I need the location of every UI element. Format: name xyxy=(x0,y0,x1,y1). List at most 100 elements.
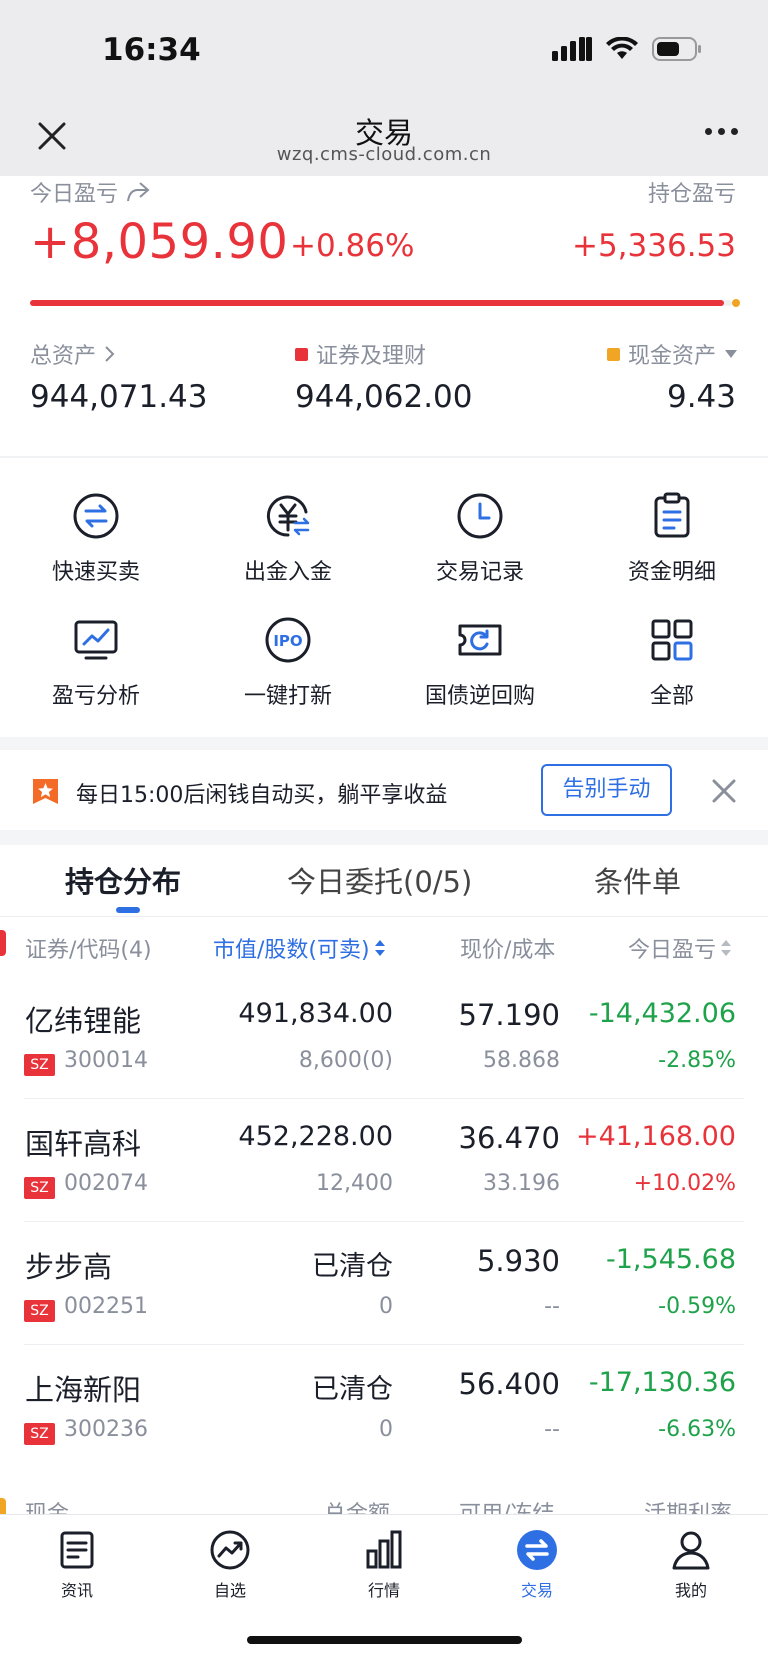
cash-header-available: 可用/冻结 xyxy=(459,1496,554,1514)
shortcut-grid: 快速买卖 出金入金 交易记录 资金明细 盈亏分析 IPO 一键打新 国债逆回购 … xyxy=(0,462,768,737)
market-badge: SZ xyxy=(24,1177,55,1199)
current-price: 57.190 xyxy=(458,998,560,1032)
clipboard-icon xyxy=(654,492,690,538)
header-market-value-sort[interactable]: 市值/股数(可卖) xyxy=(213,932,386,964)
market-value: 已清仓 xyxy=(312,1251,393,1282)
market-value: 452,228.00 xyxy=(238,1121,393,1152)
securities-label: 证券及理财 xyxy=(295,338,426,370)
exchange-icon xyxy=(517,1530,557,1570)
market-badge: SZ xyxy=(24,1423,55,1445)
header-today-pl-sort[interactable]: 今日盈亏 xyxy=(628,932,732,964)
cost-price: 33.196 xyxy=(483,1171,560,1196)
user-icon xyxy=(672,1531,710,1570)
bar-chart-icon xyxy=(366,1530,402,1569)
header-security-code: 证券/代码(4) xyxy=(25,938,152,963)
clock-icon xyxy=(457,493,503,539)
shortcut-trade-records[interactable]: 交易记录 xyxy=(384,490,576,586)
shortcut-fund-details[interactable]: 资金明细 xyxy=(576,490,768,586)
promo-banner: 每日15:00后闲钱自动买，躺平享收益 告别手动 xyxy=(0,750,768,830)
cash-legend-marker xyxy=(606,347,620,361)
row-today-pl: +41,168.00 xyxy=(575,1121,736,1152)
grid-icon xyxy=(651,619,693,661)
shortcut-treasury-repo[interactable]: 国债逆回购 xyxy=(384,614,576,710)
current-price: 5.930 xyxy=(476,1244,560,1278)
shortcut-quick-trade[interactable]: 快速买卖 xyxy=(0,490,192,586)
tabbar-trade[interactable]: 交易 xyxy=(487,1529,587,1601)
cash-header-rate: 活期利率 xyxy=(644,1496,732,1514)
tab-positions[interactable]: 持仓分布 xyxy=(65,859,181,901)
market-badge: SZ xyxy=(24,1300,55,1322)
ipo-icon: IPO xyxy=(265,617,311,663)
status-bar: 16:34 xyxy=(0,0,768,100)
active-tab-indicator xyxy=(116,907,140,913)
cash-value: 9.43 xyxy=(666,379,736,415)
status-icons xyxy=(552,36,702,62)
nav-bar: 交易 wzq.cms-cloud.com.cn xyxy=(0,100,768,176)
security-name: 步步高 xyxy=(25,1250,113,1284)
table-row[interactable]: 上海新阳 SZ 300236 已清仓 0 56.400 -- -17,130.3… xyxy=(0,1345,768,1468)
security-name: 亿纬锂能 xyxy=(25,1004,142,1038)
row-today-pl-percent: +10.02% xyxy=(633,1171,736,1196)
cash-assets-label[interactable]: 现金资产 xyxy=(606,338,738,370)
tabbar-watchlist[interactable]: 自选 xyxy=(180,1529,280,1601)
shortcut-ipo-subscribe[interactable]: IPO 一键打新 xyxy=(192,614,384,710)
position-tabs: 持仓分布 今日委托(0/5) 条件单 xyxy=(0,845,768,917)
market-badge: SZ xyxy=(24,1054,55,1076)
total-assets-value: 944,071.43 xyxy=(30,379,208,415)
caret-down-icon xyxy=(725,350,737,358)
cost-price: 58.868 xyxy=(483,1048,560,1073)
shares-available: 8,600(0) xyxy=(298,1048,393,1073)
status-time: 16:34 xyxy=(102,32,201,68)
svg-text:IPO: IPO xyxy=(273,632,302,650)
securities-value: 944,062.00 xyxy=(295,379,473,415)
current-price: 56.400 xyxy=(458,1367,560,1401)
table-row[interactable]: 国轩高科 SZ 002074 452,228.00 12,400 36.470 … xyxy=(0,1099,768,1222)
star-badge-icon xyxy=(33,779,58,804)
shortcut-all[interactable]: 全部 xyxy=(576,614,768,710)
shortcut-pl-analysis[interactable]: 盈亏分析 xyxy=(0,614,192,710)
table-row[interactable]: 步步高 SZ 002251 已清仓 0 5.930 -- -1,545.68 -… xyxy=(0,1222,768,1345)
tabbar-news[interactable]: 资讯 xyxy=(27,1529,127,1601)
shares-available: 12,400 xyxy=(316,1171,393,1196)
today-pl-label[interactable]: 今日盈亏 xyxy=(30,176,150,208)
today-pl-percent: +0.86% xyxy=(290,228,415,264)
security-code: 300014 xyxy=(64,1048,148,1073)
sort-icon xyxy=(374,940,385,956)
close-banner-icon[interactable] xyxy=(710,777,738,805)
securities-share-fill xyxy=(30,300,724,306)
market-value: 已清仓 xyxy=(312,1374,393,1405)
share-icon[interactable] xyxy=(126,181,150,203)
monitor-chart-icon xyxy=(74,620,118,660)
security-name: 上海新阳 xyxy=(25,1373,142,1407)
tab-today-orders[interactable]: 今日委托(0/5) xyxy=(287,859,472,901)
trend-icon xyxy=(210,1530,250,1570)
header-price-cost: 现价/成本 xyxy=(460,938,556,963)
chevron-right-icon xyxy=(105,346,115,362)
asset-allocation-bar xyxy=(30,299,740,307)
promo-action-button[interactable]: 告别手动 xyxy=(541,764,672,816)
row-today-pl: -14,432.06 xyxy=(588,998,736,1029)
row-today-pl-percent: -2.85% xyxy=(658,1048,736,1073)
current-price: 36.470 xyxy=(458,1121,560,1155)
securities-legend-marker xyxy=(295,347,308,361)
home-indicator xyxy=(247,1636,522,1644)
cash-share-fill xyxy=(732,299,740,307)
cellular-signal-icon xyxy=(552,37,592,61)
tab-conditional-orders[interactable]: 条件单 xyxy=(594,859,681,901)
more-options-icon[interactable] xyxy=(705,128,738,135)
shares-available: 0 xyxy=(379,1417,393,1442)
total-assets-label[interactable]: 总资产 xyxy=(30,338,116,370)
cost-price: -- xyxy=(544,1294,560,1319)
section-gap xyxy=(0,830,768,845)
table-row[interactable]: 亿纬锂能 SZ 300014 491,834.00 8,600(0) 57.19… xyxy=(0,976,768,1099)
tabbar-market[interactable]: 行情 xyxy=(334,1529,434,1601)
account-summary: 今日盈亏 持仓盈亏 +8,059.90 +0.86% +5,336.53 总资产… xyxy=(0,176,768,456)
shortcut-deposit-withdraw[interactable]: 出金入金 xyxy=(192,490,384,586)
row-today-pl-percent: -0.59% xyxy=(658,1294,736,1319)
security-code: 002251 xyxy=(64,1294,148,1319)
tabbar-profile[interactable]: 我的 xyxy=(641,1529,741,1601)
security-name: 国轩高科 xyxy=(25,1127,142,1161)
securities-edge-marker xyxy=(0,930,6,956)
cash-section-peek: 现金 总金额 可用/冻结 活期利率 xyxy=(0,1468,768,1514)
row-today-pl: -17,130.36 xyxy=(588,1367,736,1398)
